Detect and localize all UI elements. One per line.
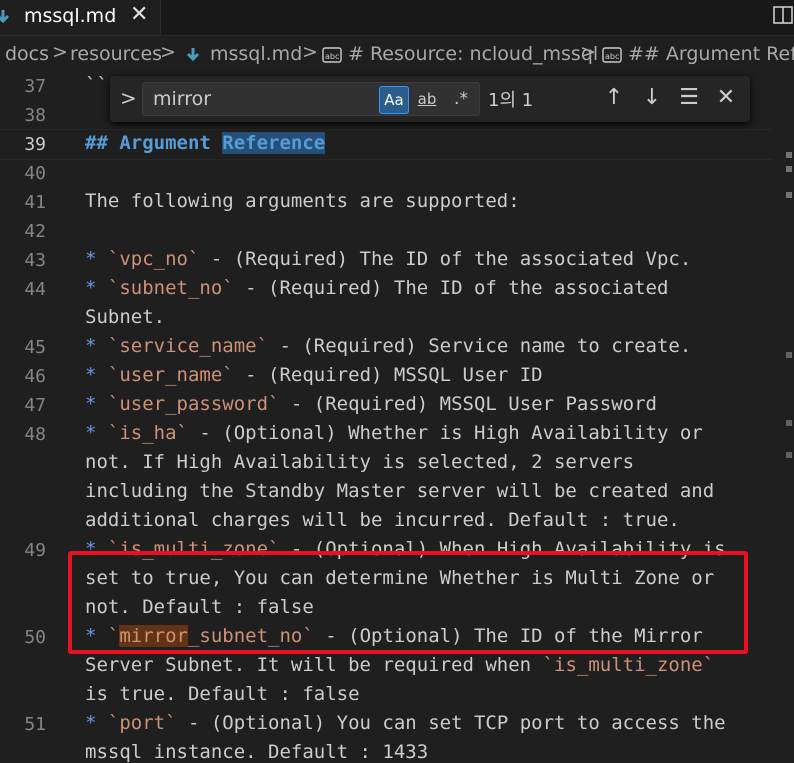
line-number: 45 (24, 337, 46, 358)
chevron-right-icon: > (160, 41, 176, 63)
line-number: 41 (24, 192, 46, 213)
chevron-right-icon: > (580, 41, 596, 63)
find-input-box: Aa ab .* (142, 82, 480, 116)
code-line-50-wrap: is true. Default : false (85, 683, 360, 705)
find-in-selection-icon[interactable]: ☰ (676, 85, 702, 110)
line-number: 48 (24, 424, 46, 445)
close-icon[interactable]: ✕ (130, 2, 148, 27)
markdown-file-icon (186, 48, 200, 62)
breadcrumb-resource[interactable]: # Resource: ncloud_mssql (348, 43, 598, 65)
code-line-41: The following arguments are supported: (85, 190, 520, 212)
line-number: 47 (24, 395, 46, 416)
line-number: 46 (24, 366, 46, 387)
find-widget: > Aa ab .* 1의 1 ↑ ↓ ☰ ✕ (110, 76, 750, 122)
code-line-44: * `subnet_no` - (Required) The ID of the… (85, 277, 669, 299)
code-line-48-wrap: additional charges will be incurred. Def… (85, 509, 680, 531)
svg-text:abc: abc (605, 52, 619, 61)
code-line-43: * `vpc_no` - (Required) The ID of the as… (85, 248, 692, 270)
breadcrumb-docs[interactable]: docs (5, 43, 49, 65)
find-input[interactable] (151, 85, 375, 113)
symbol-string-icon: abc (602, 47, 622, 63)
markdown-file-icon (0, 10, 10, 24)
code-line-48-wrap: including the Standby Master server will… (85, 480, 715, 502)
breadcrumb: docs > resources > mssql.md > abc # Reso… (0, 38, 794, 74)
line-number: 43 (24, 250, 46, 271)
tab-label: mssql.md (24, 5, 117, 27)
line-number: 37 (24, 76, 46, 97)
code-line-44-wrap: Subnet. (85, 306, 166, 328)
close-icon[interactable]: ✕ (713, 85, 739, 110)
previous-match-arrow-up-icon[interactable]: ↑ (601, 85, 627, 110)
match-whole-word-button[interactable]: ab (413, 86, 441, 112)
split-editor-icon[interactable] (772, 4, 794, 26)
code-line-48: * `is_ha` - (Optional) Whether is High A… (85, 422, 703, 444)
line-number: 42 (24, 221, 46, 242)
toggle-replace-chevron-icon[interactable]: > (120, 86, 137, 110)
code-line-45: * `service_name` - (Required) Service na… (85, 335, 692, 357)
breadcrumb-resources[interactable]: resources (70, 43, 162, 65)
code-line-51-wrap: mssql instance. Default : 1433 (85, 741, 429, 763)
line-number: 39 (24, 134, 46, 155)
tab-mssql-md[interactable]: mssql.md ✕ (0, 0, 161, 35)
word-highlight: Reference (222, 132, 326, 154)
annotation-highlight-box (68, 551, 748, 654)
tab-bar: mssql.md ✕ (0, 0, 794, 36)
use-regex-button[interactable]: .* (447, 86, 475, 112)
next-match-arrow-down-icon[interactable]: ↓ (639, 85, 665, 110)
breadcrumb-file[interactable]: mssql.md (210, 43, 302, 65)
code-line-46: * `user_name` - (Required) MSSQL User ID (85, 364, 543, 386)
editor[interactable]: 37 38 39 40 41 42 43 44 45 46 47 48 49 5… (0, 72, 794, 763)
line-number: 50 (24, 627, 46, 648)
chevron-right-icon: > (302, 41, 318, 63)
chevron-right-icon: > (52, 41, 68, 63)
code-line-51: * `port` - (Optional) You can set TCP po… (85, 712, 726, 734)
match-case-button[interactable]: Aa (379, 86, 409, 114)
match-count: 1의 1 (488, 90, 534, 111)
breadcrumb-argument-reference[interactable]: ## Argument Refere (628, 43, 794, 65)
code-line-50-wrap: Server Subnet. It will be required when … (85, 654, 715, 676)
line-number: 51 (24, 714, 46, 735)
code-line-39: ## Argument Reference (85, 132, 326, 154)
code-line-37: `` (85, 74, 108, 96)
line-number: 38 (24, 105, 46, 126)
svg-text:abc: abc (325, 52, 339, 61)
line-number: 40 (24, 163, 46, 184)
scrollbar[interactable] (772, 152, 794, 752)
line-number: 44 (24, 279, 46, 300)
code-line-48-wrap: not. If High Availability is selected, 2… (85, 451, 635, 473)
symbol-string-icon: abc (322, 47, 342, 63)
line-number: 49 (24, 540, 46, 561)
code-line-47: * `user_password` - (Required) MSSQL Use… (85, 393, 657, 415)
